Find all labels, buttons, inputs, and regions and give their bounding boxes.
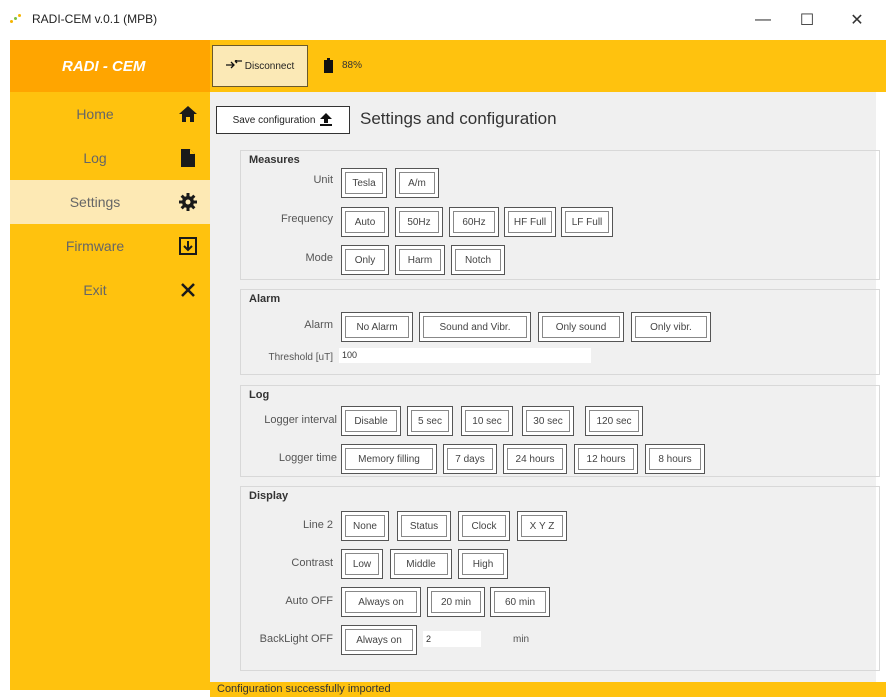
frequency-option-50hz[interactable]: 50Hz: [395, 207, 443, 237]
alarm-title: Alarm: [249, 293, 281, 305]
backlight-unit-label: min: [513, 634, 530, 645]
time-option-7days[interactable]: 7 days: [443, 444, 497, 474]
time-option-8hours[interactable]: 8 hours: [645, 444, 705, 474]
sidebar-item-label: Firmware: [65, 238, 125, 254]
mode-label: Mode: [305, 252, 333, 264]
threshold-label: Threshold [uT]: [268, 352, 333, 363]
upload-icon: [319, 112, 333, 129]
sidebar-item-log[interactable]: Log: [10, 136, 210, 180]
interval-option-disable[interactable]: Disable: [341, 406, 401, 436]
minimize-button[interactable]: —: [748, 8, 778, 32]
threshold-input[interactable]: 100: [339, 348, 591, 363]
line2-option-none[interactable]: None: [341, 511, 389, 541]
alarm-option-only-vibr[interactable]: Only vibr.: [631, 312, 711, 342]
auto-off-option-20min[interactable]: 20 min: [427, 587, 485, 617]
save-label: Save configuration: [232, 114, 316, 126]
file-icon: [178, 148, 198, 168]
close-window-button[interactable]: ✕: [842, 8, 872, 32]
display-title: Display: [249, 490, 289, 502]
unit-label: Unit: [313, 174, 333, 186]
time-option-24hours[interactable]: 24 hours: [503, 444, 567, 474]
mode-option-notch[interactable]: Notch: [451, 245, 505, 275]
contrast-option-low[interactable]: Low: [341, 549, 383, 579]
measures-group: Measures Unit Tesla A/m Frequency Auto 5…: [240, 150, 880, 280]
contrast-option-high[interactable]: High: [458, 549, 508, 579]
battery-level: 88%: [342, 60, 363, 71]
page-title: Settings and configuration: [360, 109, 557, 128]
close-icon: [178, 280, 198, 300]
mode-option-only[interactable]: Only: [341, 245, 389, 275]
save-configuration-button[interactable]: Save configuration: [216, 106, 350, 134]
backlight-option-always-on[interactable]: Always on: [341, 625, 417, 655]
app-logo-icon: [10, 14, 24, 24]
line2-option-clock[interactable]: Clock: [458, 511, 510, 541]
line2-option-xyz[interactable]: X Y Z: [517, 511, 567, 541]
logger-time-label: Logger time: [278, 452, 337, 464]
unit-option-am[interactable]: A/m: [395, 168, 439, 198]
measures-title: Measures: [249, 154, 300, 166]
backlight-off-label: BackLight OFF: [259, 633, 333, 645]
sidebar-item-firmware[interactable]: Firmware: [10, 224, 210, 268]
window-titlebar: RADI-CEM v.0.1 (MPB) — ☐ ✕: [0, 0, 886, 40]
brand-title: RADI - CEM: [10, 40, 210, 92]
status-bar: Configuration successfully imported: [210, 682, 886, 697]
top-toolbar: Disconnect 88%: [210, 40, 886, 92]
line2-label: Line 2: [303, 519, 333, 531]
alarm-option-no-alarm[interactable]: No Alarm: [341, 312, 413, 342]
interval-option-30sec[interactable]: 30 sec: [522, 406, 574, 436]
download-icon: [178, 236, 198, 256]
sidebar-item-label: Exit: [83, 282, 107, 298]
auto-off-option-60min[interactable]: 60 min: [490, 587, 550, 617]
disconnect-label: Disconnect: [244, 60, 295, 72]
backlight-minutes-input[interactable]: 2: [423, 631, 481, 647]
settings-panel: Save configuration Settings and configur…: [210, 92, 880, 682]
gear-icon: [178, 192, 198, 212]
log-title: Log: [249, 389, 270, 401]
alarm-option-sound-vibr[interactable]: Sound and Vibr.: [419, 312, 531, 342]
sidebar-item-label: Home: [76, 106, 114, 122]
unit-option-tesla[interactable]: Tesla: [341, 168, 387, 198]
frequency-option-hf-full[interactable]: HF Full: [504, 207, 556, 237]
home-icon: [178, 104, 198, 124]
contrast-label: Contrast: [291, 557, 333, 569]
status-message: Configuration successfully imported: [217, 683, 391, 695]
frequency-option-60hz[interactable]: 60Hz: [449, 207, 499, 237]
line2-option-status[interactable]: Status: [397, 511, 451, 541]
disconnect-button[interactable]: Disconnect: [212, 45, 308, 87]
alarm-group: Alarm Alarm No Alarm Sound and Vibr. Onl…: [240, 289, 880, 375]
sidebar: RADI - CEM Home Log Settings Firmware Ex…: [10, 40, 210, 690]
sidebar-item-home[interactable]: Home: [10, 92, 210, 136]
logger-interval-label: Logger interval: [264, 414, 337, 426]
alarm-label: Alarm: [304, 319, 333, 331]
contrast-option-middle[interactable]: Middle: [390, 549, 452, 579]
interval-option-10sec[interactable]: 10 sec: [461, 406, 513, 436]
time-option-memory-filling[interactable]: Memory filling: [341, 444, 437, 474]
battery-icon: [324, 58, 333, 73]
disconnect-icon: [225, 58, 242, 73]
sidebar-item-exit[interactable]: Exit: [10, 268, 210, 312]
sidebar-item-label: Settings: [69, 194, 121, 210]
display-group: Display Line 2 None Status Clock X Y Z C…: [240, 486, 880, 671]
frequency-option-auto[interactable]: Auto: [341, 207, 389, 237]
maximize-button[interactable]: ☐: [792, 8, 822, 32]
frequency-label: Frequency: [281, 213, 333, 225]
alarm-option-only-sound[interactable]: Only sound: [538, 312, 624, 342]
frequency-option-lf-full[interactable]: LF Full: [561, 207, 613, 237]
interval-option-5sec[interactable]: 5 sec: [407, 406, 453, 436]
sidebar-item-settings[interactable]: Settings: [10, 180, 210, 224]
window-title: RADI-CEM v.0.1 (MPB): [32, 12, 158, 26]
sidebar-item-label: Log: [83, 150, 107, 166]
time-option-12hours[interactable]: 12 hours: [574, 444, 638, 474]
log-group: Log Logger interval Disable 5 sec 10 sec…: [240, 385, 880, 477]
mode-option-harm[interactable]: Harm: [395, 245, 445, 275]
auto-off-label: Auto OFF: [285, 595, 333, 607]
auto-off-option-always-on[interactable]: Always on: [341, 587, 421, 617]
interval-option-120sec[interactable]: 120 sec: [585, 406, 643, 436]
